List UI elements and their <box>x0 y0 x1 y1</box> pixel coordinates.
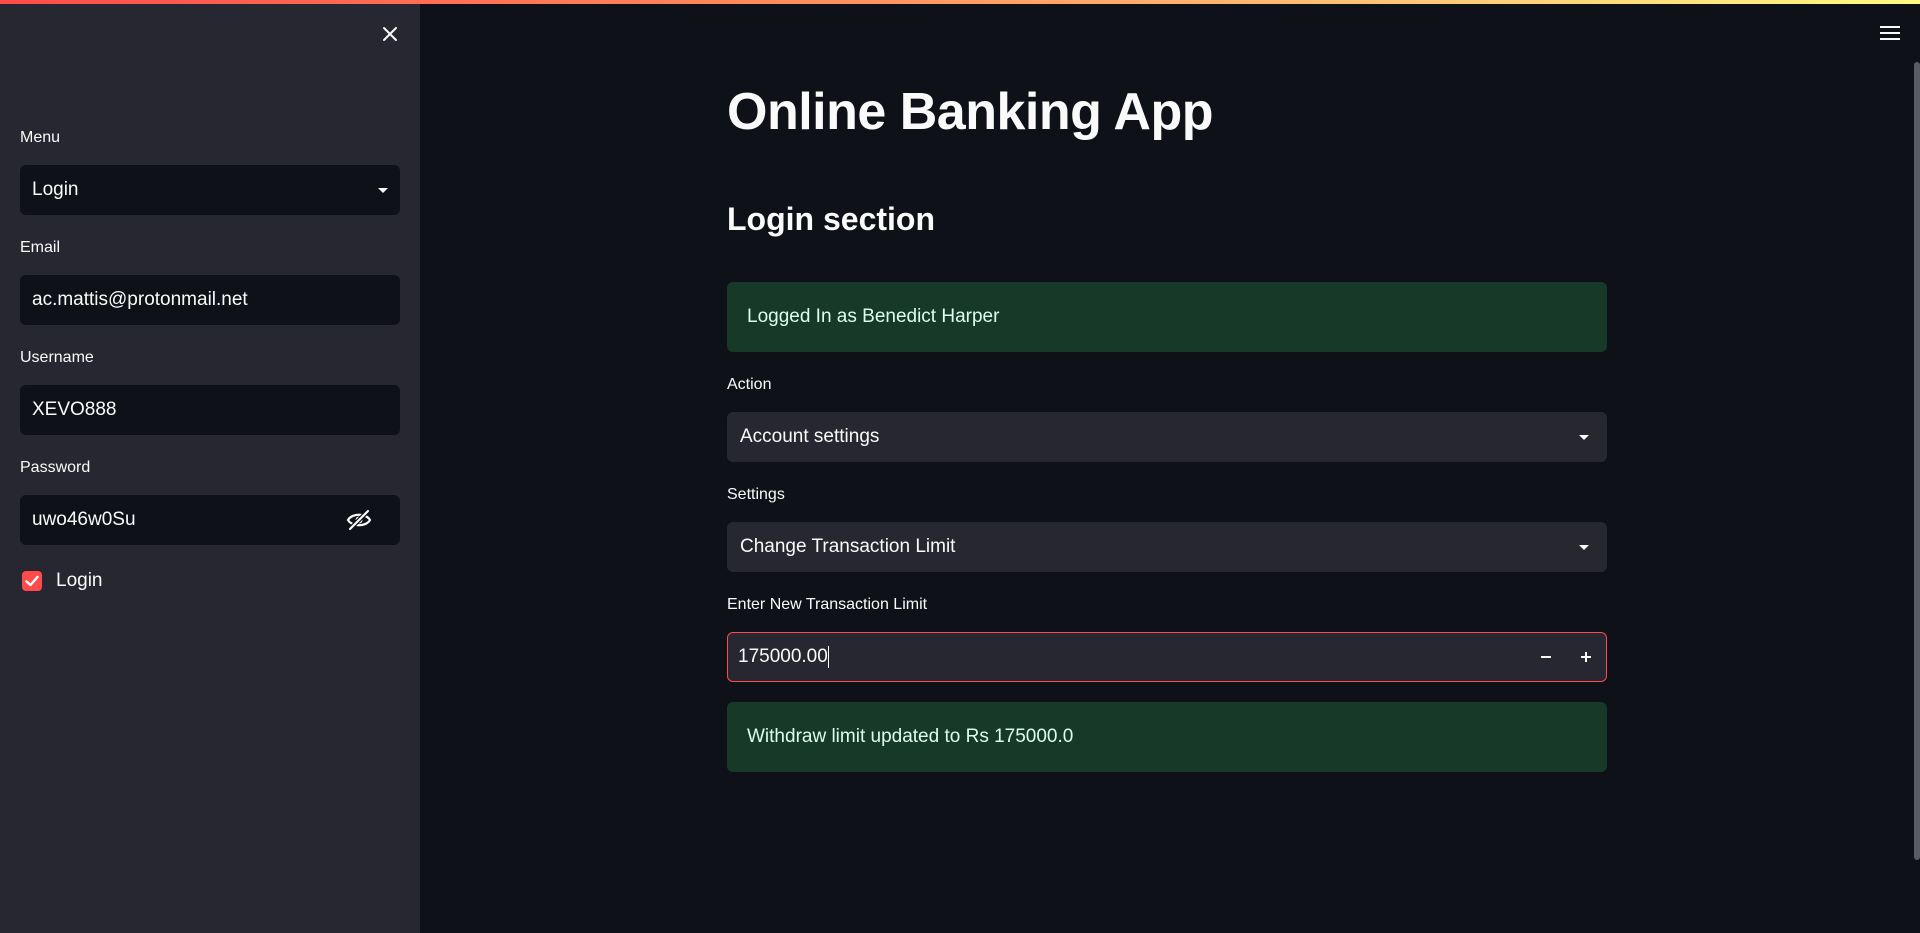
login-checkbox-label: Login <box>56 570 103 591</box>
minus-icon <box>1541 656 1551 658</box>
menu-select[interactable]: Login <box>20 165 400 215</box>
page-scrollbar[interactable] <box>1914 62 1920 860</box>
password-visibility-toggle[interactable] <box>344 505 374 535</box>
increment-button[interactable] <box>1566 633 1606 681</box>
username-label: Username <box>20 349 94 366</box>
action-select[interactable]: Account settings <box>727 412 1607 462</box>
main-menu-button[interactable] <box>1878 22 1902 44</box>
close-sidebar-button[interactable] <box>376 20 404 48</box>
transaction-limit-value: 175000.00 <box>738 646 828 667</box>
menu-label: Menu <box>20 129 61 146</box>
settings-label: Settings <box>727 486 785 503</box>
checkmark-icon <box>25 575 39 587</box>
chevron-down-icon <box>1579 434 1589 440</box>
login-success-text: Logged In as Benedict Harper <box>747 306 1000 327</box>
settings-select-value: Change Transaction Limit <box>740 536 956 557</box>
action-select-value: Account settings <box>740 426 880 447</box>
text-cursor <box>827 645 829 668</box>
settings-select[interactable]: Change Transaction Limit <box>727 522 1607 572</box>
password-field-value: uwo46w0Su <box>32 509 136 530</box>
sidebar: Menu Login Email ac.mattis@protonmail.ne… <box>0 0 420 933</box>
limit-updated-alert: Withdraw limit updated to Rs 175000.0 <box>727 702 1607 772</box>
email-field-value: ac.mattis@protonmail.net <box>32 289 248 310</box>
login-success-alert: Logged In as Benedict Harper <box>727 282 1607 352</box>
menu-select-value: Login <box>32 179 79 200</box>
limit-updated-text: Withdraw limit updated to Rs 175000.0 <box>747 726 1074 747</box>
email-label: Email <box>20 239 61 256</box>
chevron-down-icon <box>378 187 388 193</box>
hamburger-menu-icon <box>1880 26 1900 40</box>
close-icon <box>383 27 397 41</box>
transaction-limit-label: Enter New Transaction Limit <box>727 596 928 613</box>
login-checkbox-row[interactable]: Login <box>22 569 103 593</box>
decrement-button[interactable] <box>1526 633 1566 681</box>
email-field[interactable]: ac.mattis@protonmail.net <box>20 275 400 325</box>
password-label: Password <box>20 459 91 476</box>
username-field[interactable]: XEVO888 <box>20 385 400 435</box>
section-heading: Login section <box>727 201 935 237</box>
username-field-value: XEVO888 <box>32 399 117 420</box>
transaction-limit-input[interactable]: 175000.00 <box>727 632 1607 682</box>
action-label: Action <box>727 376 772 393</box>
page-title: Online Banking App <box>727 83 1213 141</box>
password-field[interactable]: uwo46w0Su <box>20 495 400 545</box>
login-checkbox[interactable] <box>22 571 42 591</box>
chevron-down-icon <box>1579 544 1589 550</box>
eye-slash-icon <box>346 509 372 531</box>
plus-icon <box>1581 652 1591 662</box>
top-decoration-bar <box>0 0 1920 4</box>
